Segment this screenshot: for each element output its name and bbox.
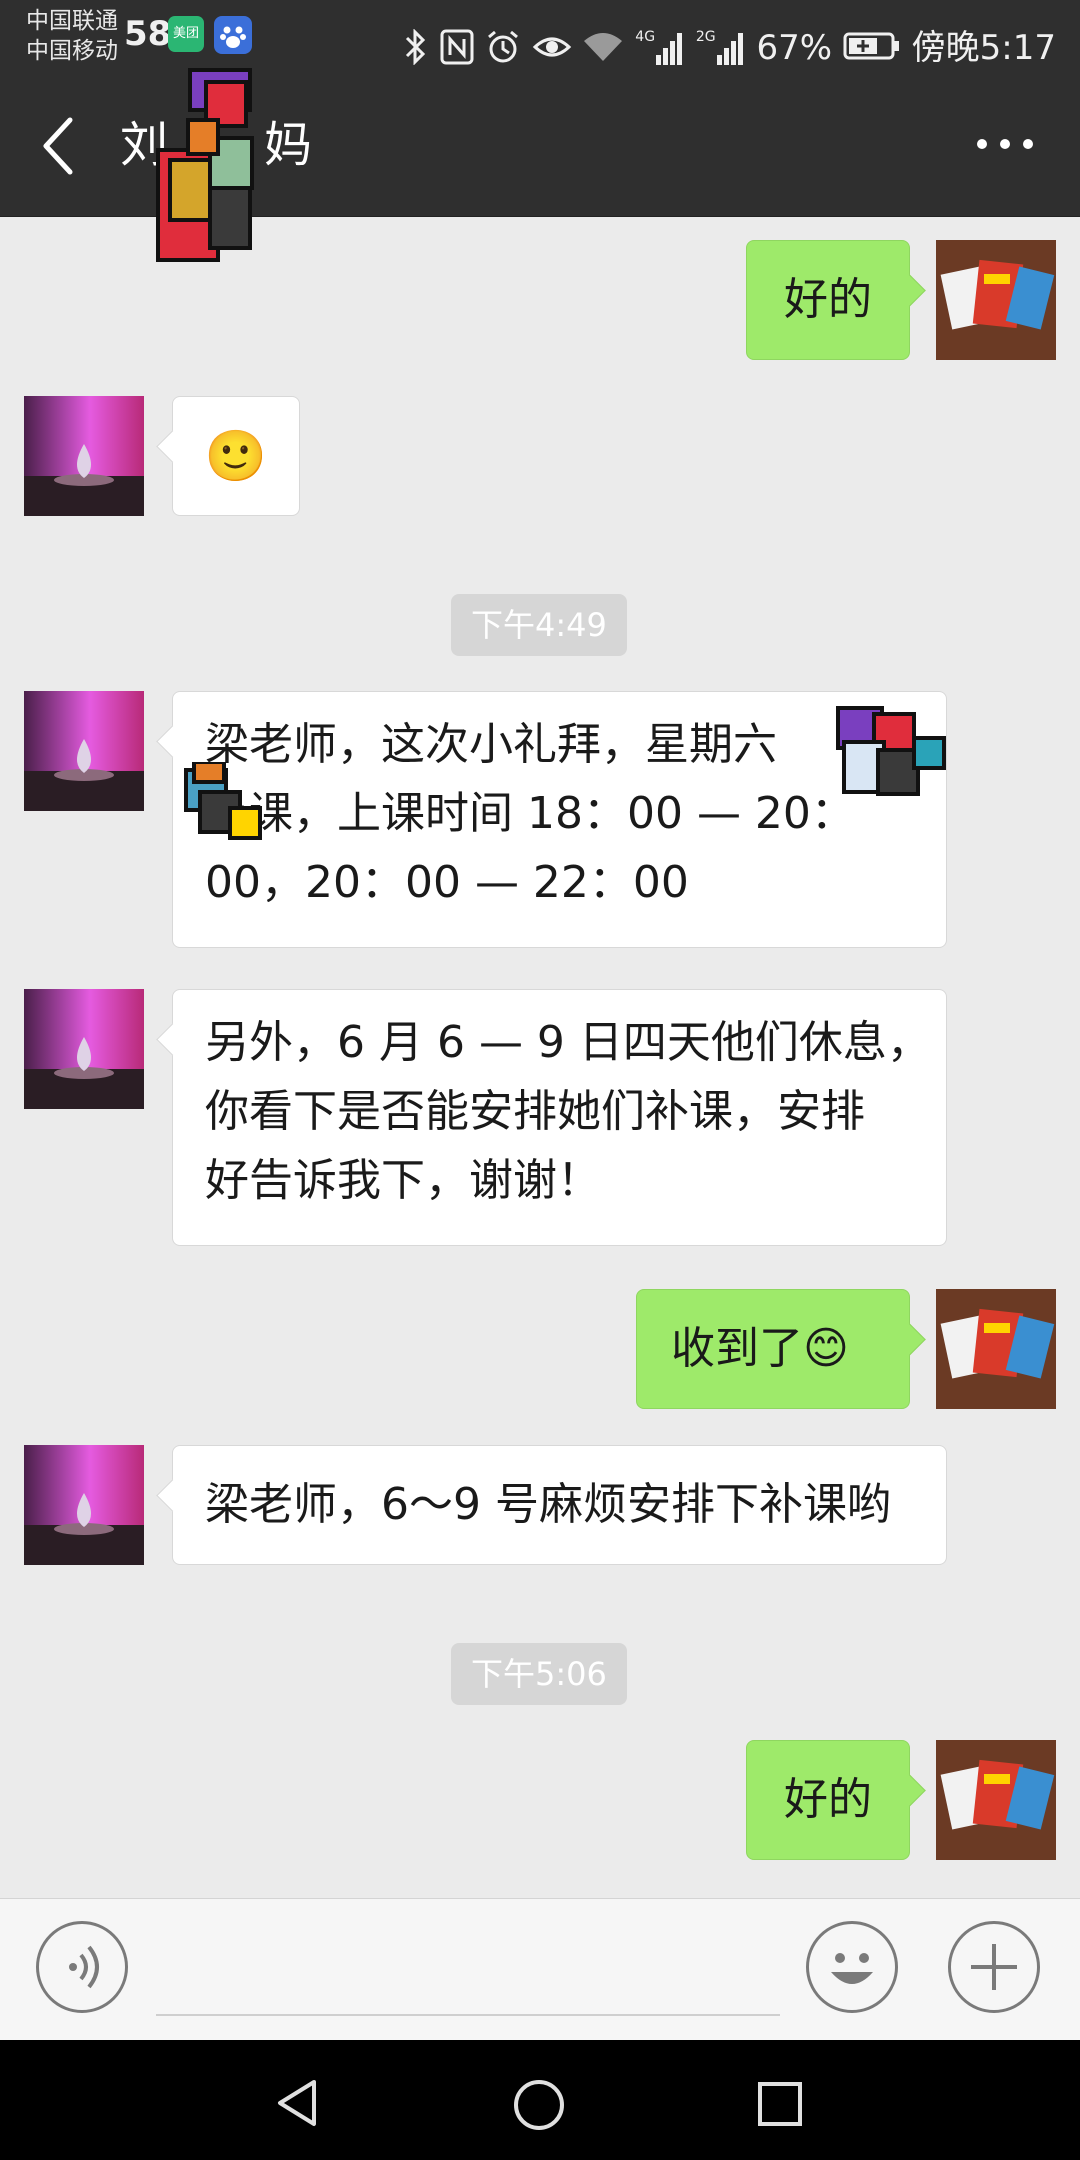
carrier-1: 中国联通	[26, 8, 118, 34]
message-bubble-incoming[interactable]: 🙂	[156, 396, 300, 516]
plus-button[interactable]	[948, 1921, 1040, 2013]
my-avatar[interactable]	[936, 1740, 1056, 1860]
back-button[interactable]	[36, 114, 80, 178]
message-bubble-incoming[interactable]: 梁老师，6～9 号麻烦安排下补课哟	[156, 1445, 947, 1565]
signal-4g-label: 4G	[635, 29, 656, 45]
message-line: 另外，6 月 6 — 9 日四天他们休息，	[205, 1017, 931, 1068]
wifi-icon	[584, 33, 623, 61]
battery-percent: 67%	[756, 28, 833, 68]
signal-2g-label: 2G	[695, 29, 716, 45]
signal-4g-icon	[656, 33, 683, 65]
alarm-icon	[487, 30, 518, 63]
nav-back-icon[interactable]	[272, 2078, 322, 2128]
message-text: 收到了	[671, 1323, 803, 1374]
message-input[interactable]	[156, 2014, 780, 2016]
message-bubble-outgoing[interactable]: 好的	[746, 240, 926, 360]
timestamp: 下午4:49	[451, 594, 627, 656]
status-time: 傍晚5:17	[911, 28, 1056, 68]
message-text: 梁老师，6～9 号麻烦安排下补课哟	[205, 1479, 891, 1530]
timestamp: 下午5:06	[451, 1643, 627, 1705]
contact-avatar[interactable]	[24, 691, 144, 811]
voice-button[interactable]	[36, 1921, 128, 2013]
app-58-icon: 58	[124, 14, 172, 54]
more-button[interactable]	[970, 122, 1040, 166]
emoji-button[interactable]	[806, 1921, 898, 2013]
redaction-scribble	[180, 760, 280, 856]
plus-icon	[971, 1944, 1017, 1990]
system-navigation-bar	[0, 2040, 1080, 2160]
contact-avatar[interactable]	[24, 396, 144, 516]
redaction-scribble	[150, 60, 270, 284]
chat-title-suffix: 妈	[264, 117, 313, 173]
contact-avatar[interactable]	[24, 989, 144, 1109]
status-right: 4G 2G 67% 傍晚5:17	[403, 14, 1056, 71]
message-text: 好的	[784, 1774, 872, 1825]
message-bubble-incoming[interactable]: 梁老师，这次小礼拜，星期六 上课，上课时间 18：00 — 20： 00，20：…	[156, 691, 947, 948]
carrier-2: 中国移动	[26, 38, 118, 64]
more-dots-icon	[977, 139, 1033, 149]
signal-2g-icon	[716, 33, 743, 65]
message-bubble-outgoing[interactable]: 收到了😊	[636, 1289, 926, 1409]
blush-emoji-icon: 😊	[803, 1323, 849, 1374]
input-bar	[0, 1898, 1080, 2041]
redaction-scribble	[834, 702, 954, 816]
carrier-info: 中国联通 中国移动	[26, 6, 118, 66]
smile-emoji-icon: 🙂	[204, 427, 268, 485]
bluetooth-icon	[406, 28, 426, 66]
message-line: 好告诉我下，谢谢！	[205, 1155, 601, 1206]
voice-icon	[69, 1945, 99, 1989]
battery-charging-icon	[843, 32, 899, 60]
baidu-paw-icon	[214, 16, 252, 58]
my-avatar[interactable]	[936, 1289, 1056, 1409]
emoji-icon	[831, 1953, 873, 1984]
message-line: 你看下是否能安排她们补课，安排	[205, 1086, 865, 1137]
message-bubble-outgoing[interactable]: 好的	[746, 1740, 926, 1860]
nav-recents-icon[interactable]	[756, 2080, 804, 2128]
eye-comfort-icon	[532, 37, 571, 57]
message-text: 好的	[784, 274, 872, 325]
message-line: 00，20：00 — 22：00	[205, 857, 689, 908]
meituan-icon: 美团	[168, 16, 204, 52]
chevron-left-icon	[43, 117, 73, 175]
nav-home-icon[interactable]	[512, 2078, 566, 2132]
my-avatar[interactable]	[936, 240, 1056, 360]
contact-avatar[interactable]	[24, 1445, 144, 1565]
message-bubble-incoming[interactable]: 另外，6 月 6 — 9 日四天他们休息， 你看下是否能安排她们补课，安排 好告…	[156, 989, 947, 1246]
nfc-icon	[440, 29, 474, 65]
